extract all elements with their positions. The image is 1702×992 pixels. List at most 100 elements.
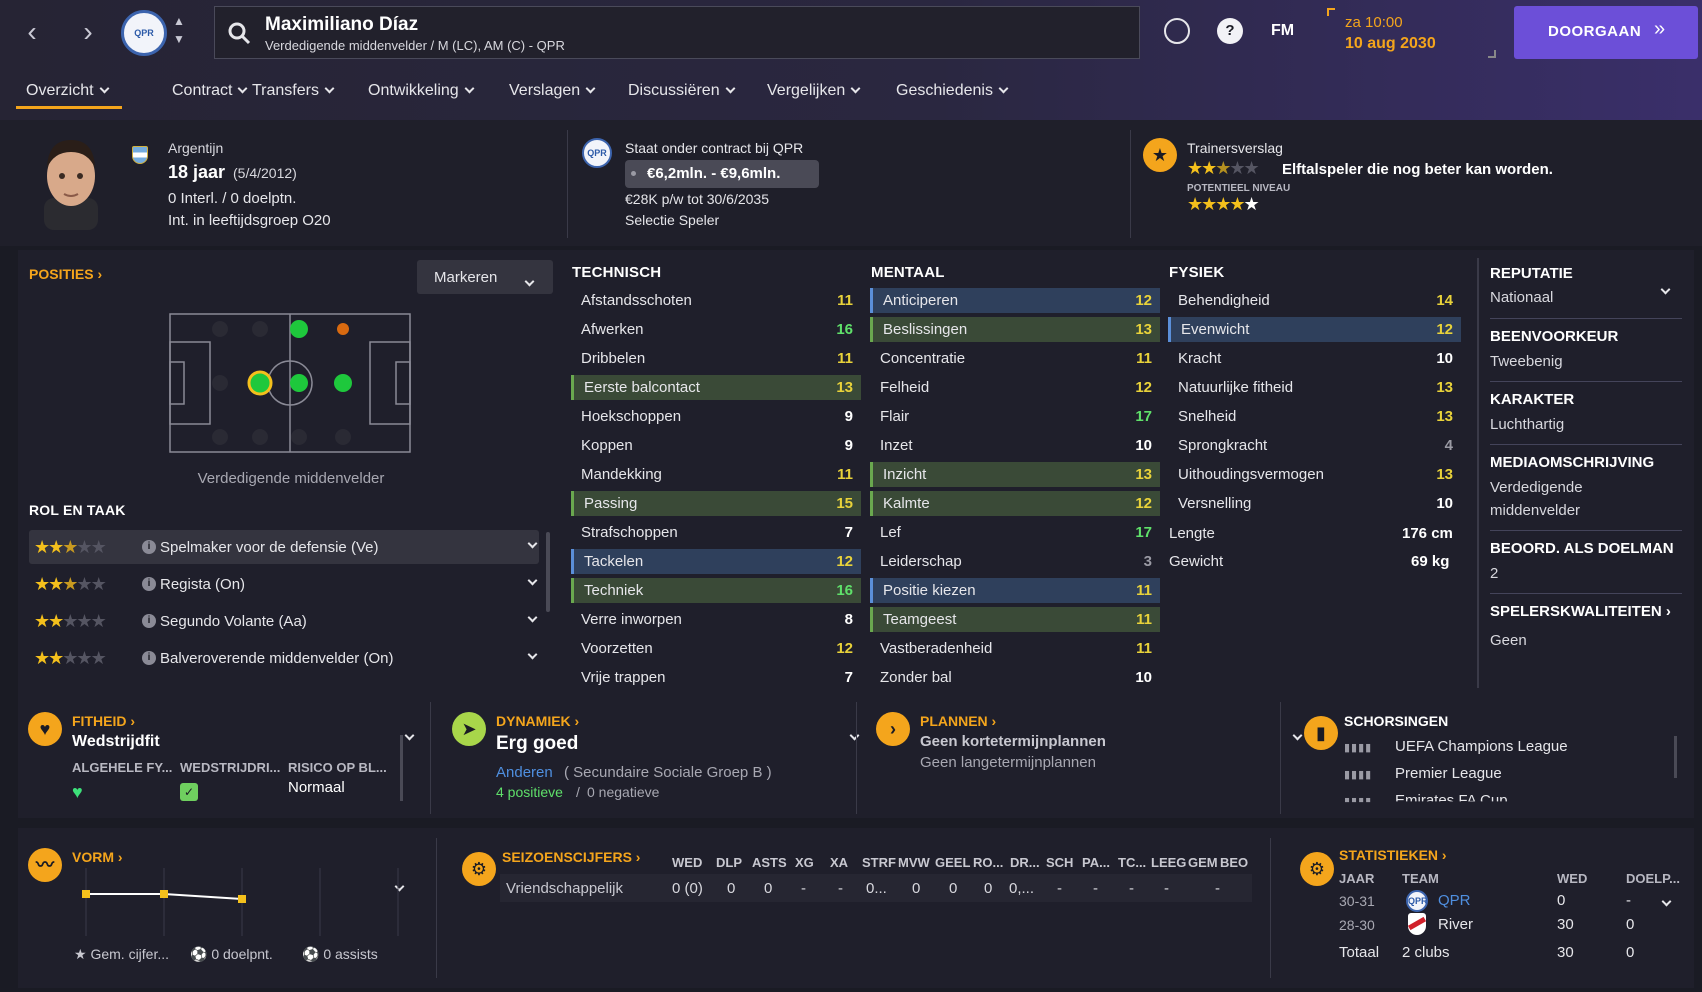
position-caption: Verdedigende middenvelder — [197, 470, 385, 487]
attribute-mental[interactable]: Flair 17 — [870, 404, 1160, 429]
social-group-link[interactable]: Anderen — [496, 764, 553, 781]
attribute-mental[interactable]: Inzet 10 — [870, 433, 1160, 458]
attribute-technical[interactable]: Dribbelen 11 — [571, 346, 861, 371]
attribute-mental[interactable]: Concentratie 11 — [870, 346, 1160, 371]
attribute-physical[interactable]: Natuurlijke fitheid 13 — [1168, 375, 1461, 400]
tab-1[interactable]: Contract — [172, 82, 248, 100]
tab-0[interactable]: Overzicht — [26, 82, 110, 100]
attribute-technical[interactable]: Afwerken 16 — [571, 317, 861, 342]
divider — [1490, 530, 1682, 531]
tab-label: Overzicht — [26, 82, 94, 99]
attribute-mental[interactable]: Vastberadenheid 11 — [870, 636, 1160, 661]
season-col-header: GEEL — [935, 855, 971, 870]
attribute-technical[interactable]: Afstandsschoten 11 — [571, 288, 861, 313]
player-search-box[interactable]: Maximiliano Díaz Verdedigende middenveld… — [214, 6, 1140, 59]
suspension-competition: Premier League — [1395, 765, 1502, 782]
attribute-mental[interactable]: Positie kiezen 11 — [870, 578, 1160, 603]
tab-3[interactable]: Ontwikkeling — [368, 82, 475, 100]
attribute-value: 10 — [1436, 350, 1453, 367]
highlight-dropdown[interactable]: Markeren — [417, 260, 553, 294]
chevron-down-icon[interactable] — [527, 538, 538, 549]
attribute-technical[interactable]: Passing 15 — [571, 491, 861, 516]
club-switch-icon[interactable]: ▲ ▼ — [173, 12, 185, 48]
attribute-mental[interactable]: Anticiperen 12 — [870, 288, 1160, 313]
chevron-down-icon[interactable] — [527, 612, 538, 623]
attribute-mental[interactable]: Lef 17 — [870, 520, 1160, 545]
star-icon: ★ — [48, 574, 64, 594]
attribute-technical[interactable]: Strafschoppen 7 — [571, 520, 861, 545]
attribute-technical[interactable]: Vrije trappen 7 — [571, 665, 861, 690]
attribute-mental[interactable]: Leiderschap 3 — [870, 549, 1160, 574]
attribute-technical[interactable]: Hoekschoppen 9 — [571, 404, 861, 429]
attribute-technical[interactable]: Eerste balcontact 13 — [571, 375, 861, 400]
season-stats-title[interactable]: SEIZOENSCIJFERS › — [502, 849, 640, 865]
attribute-value: 11 — [837, 466, 853, 483]
stats-row-team[interactable]: QPR — [1438, 892, 1471, 909]
statistics-icon: ⚙ — [1300, 852, 1334, 886]
info-icon[interactable]: i — [142, 614, 156, 628]
value-range-badge[interactable]: €6,2mln. - €9,6mln. — [625, 160, 819, 188]
role-row[interactable]: ★★★★★ i Segundo Volante (Aa) — [29, 604, 539, 638]
chevron-down-icon[interactable] — [527, 575, 538, 586]
attribute-technical[interactable]: Koppen 9 — [571, 433, 861, 458]
roles-scrollbar[interactable] — [546, 532, 550, 612]
club-crest-icon[interactable] — [121, 10, 167, 56]
attribute-physical[interactable]: Uithoudingsvermogen 13 — [1168, 462, 1461, 487]
season-cell: - — [1129, 880, 1134, 897]
profile-strip: Argentijn 18 jaar (5/4/2012) 0 Interl. /… — [0, 120, 1702, 246]
forward-arrow-icon[interactable]: › — [72, 16, 104, 48]
attribute-physical[interactable]: Evenwicht 12 — [1168, 317, 1461, 342]
attribute-physical[interactable]: Snelheid 13 — [1168, 404, 1461, 429]
attribute-technical[interactable]: Voorzetten 12 — [571, 636, 861, 661]
tab-6[interactable]: Vergelijken — [767, 82, 861, 100]
dynamics-title[interactable]: DYNAMIEK › — [496, 713, 579, 729]
attribute-mental[interactable]: Inzicht 13 — [870, 462, 1160, 487]
role-row[interactable]: ★★★★★ i Regista (On) — [29, 567, 539, 601]
season-cell: - — [801, 880, 806, 897]
attribute-mental[interactable]: Kalmte 12 — [870, 491, 1160, 516]
fitness-title[interactable]: FITHEID › — [72, 713, 135, 729]
attribute-technical[interactable]: Verre inworpen 8 — [571, 607, 861, 632]
season-cell: - — [1057, 880, 1062, 897]
fm-logo[interactable]: FM — [1271, 22, 1294, 40]
globe-icon[interactable] — [1164, 18, 1190, 44]
role-row[interactable]: ★★★★★ i Balveroverende middenvelder (On) — [29, 641, 539, 675]
attribute-physical[interactable]: Sprongkracht 4 — [1168, 433, 1461, 458]
continue-button[interactable]: DOORGAAN » — [1514, 6, 1698, 59]
tab-2[interactable]: Transfers — [252, 82, 335, 100]
role-row[interactable]: ★★★★★ i Spelmaker voor de defensie (Ve) — [29, 530, 539, 564]
tab-4[interactable]: Verslagen — [509, 82, 596, 100]
plans-title[interactable]: PLANNEN › — [920, 713, 996, 729]
attribute-name: Inzicht — [883, 466, 927, 483]
attribute-physical[interactable]: Kracht 10 — [1168, 346, 1461, 371]
fitness-scrollbar[interactable] — [400, 735, 403, 801]
info-icon[interactable]: i — [142, 540, 156, 554]
attribute-mental[interactable]: Teamgeest 11 — [870, 607, 1160, 632]
tab-7[interactable]: Geschiedenis — [896, 82, 1009, 100]
qualities-title[interactable]: SPELERSKWALITEITEN › — [1490, 603, 1671, 620]
dynamics-arrow-icon: ➤ — [452, 712, 486, 746]
attribute-mental[interactable]: Felheid 12 — [870, 375, 1160, 400]
stats-row-games: 0 — [1557, 892, 1566, 909]
chevron-down-icon[interactable] — [527, 649, 538, 660]
star-icon: ★ — [62, 648, 78, 668]
suspension-bars-icon: ▮▮▮▮ — [1344, 742, 1373, 754]
statistics-title[interactable]: STATISTIEKEN › — [1339, 847, 1447, 863]
stats-row-team[interactable]: River — [1438, 916, 1473, 933]
info-icon[interactable]: i — [142, 651, 156, 665]
form-title[interactable]: VORM › — [72, 849, 123, 865]
positions-title[interactable]: POSITIES › — [29, 266, 102, 282]
attribute-technical[interactable]: Techniek 16 — [571, 578, 861, 603]
attribute-mental[interactable]: Zonder bal 10 — [870, 665, 1160, 690]
attribute-physical[interactable]: Behendigheid 14 — [1168, 288, 1461, 313]
player-face-avatar[interactable] — [36, 134, 106, 230]
info-icon[interactable]: i — [142, 577, 156, 591]
attribute-technical[interactable]: Tackelen 12 — [571, 549, 861, 574]
suspensions-scrollbar[interactable] — [1674, 736, 1677, 778]
attribute-physical[interactable]: Versnelling 10 — [1168, 491, 1461, 516]
attribute-technical[interactable]: Mandekking 11 — [571, 462, 861, 487]
help-icon[interactable]: ? — [1217, 18, 1243, 44]
tab-5[interactable]: Discussiëren — [628, 82, 736, 100]
back-arrow-icon[interactable]: ‹ — [16, 16, 48, 48]
attribute-mental[interactable]: Beslissingen 13 — [870, 317, 1160, 342]
